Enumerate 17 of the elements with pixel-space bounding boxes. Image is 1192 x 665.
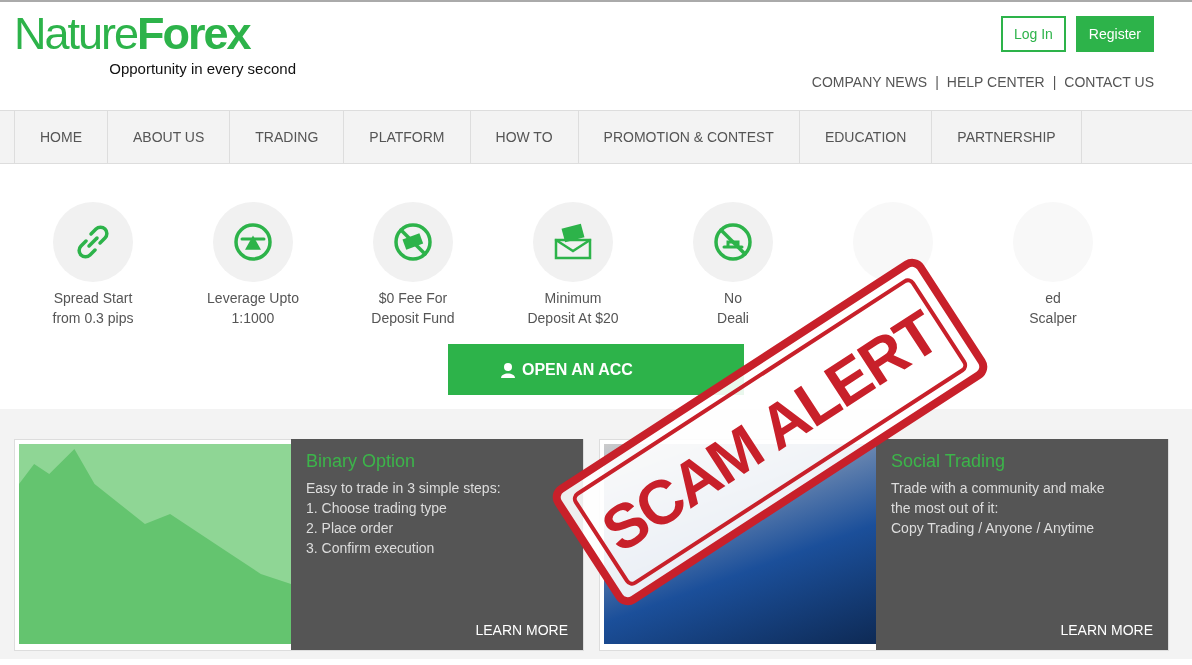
feature-text: ed Scalper	[1029, 289, 1077, 328]
link-separator: |	[1052, 74, 1057, 90]
tagline: Opportunity in every second	[109, 60, 296, 77]
user-icon	[500, 361, 516, 378]
top-link[interactable]: COMPANY NEWS	[811, 74, 928, 90]
nav-item[interactable]: PARTNERSHIP	[931, 111, 1082, 163]
feature-text: $0 Fee For Deposit Fund	[371, 289, 455, 328]
feature-text: Spread Start from 0.3 pips	[52, 289, 134, 328]
learn-more-link[interactable]: LEARN MORE	[1060, 622, 1153, 638]
top-link[interactable]: CONTACT US	[1064, 74, 1154, 90]
feature-text: No Deali	[717, 289, 749, 328]
card-description: Easy to trade in 3 simple steps: 1. Choose trading type 2. Place order 3. Confirm execution	[306, 479, 502, 558]
link-separator: |	[935, 74, 939, 90]
learn-more-link[interactable]: LEARN MORE	[475, 622, 568, 638]
top-link[interactable]: HELP CENTER	[946, 74, 1045, 90]
card-title: Binary Option	[306, 451, 417, 472]
feature-text: Leverage Upto 1:1000	[207, 289, 299, 328]
